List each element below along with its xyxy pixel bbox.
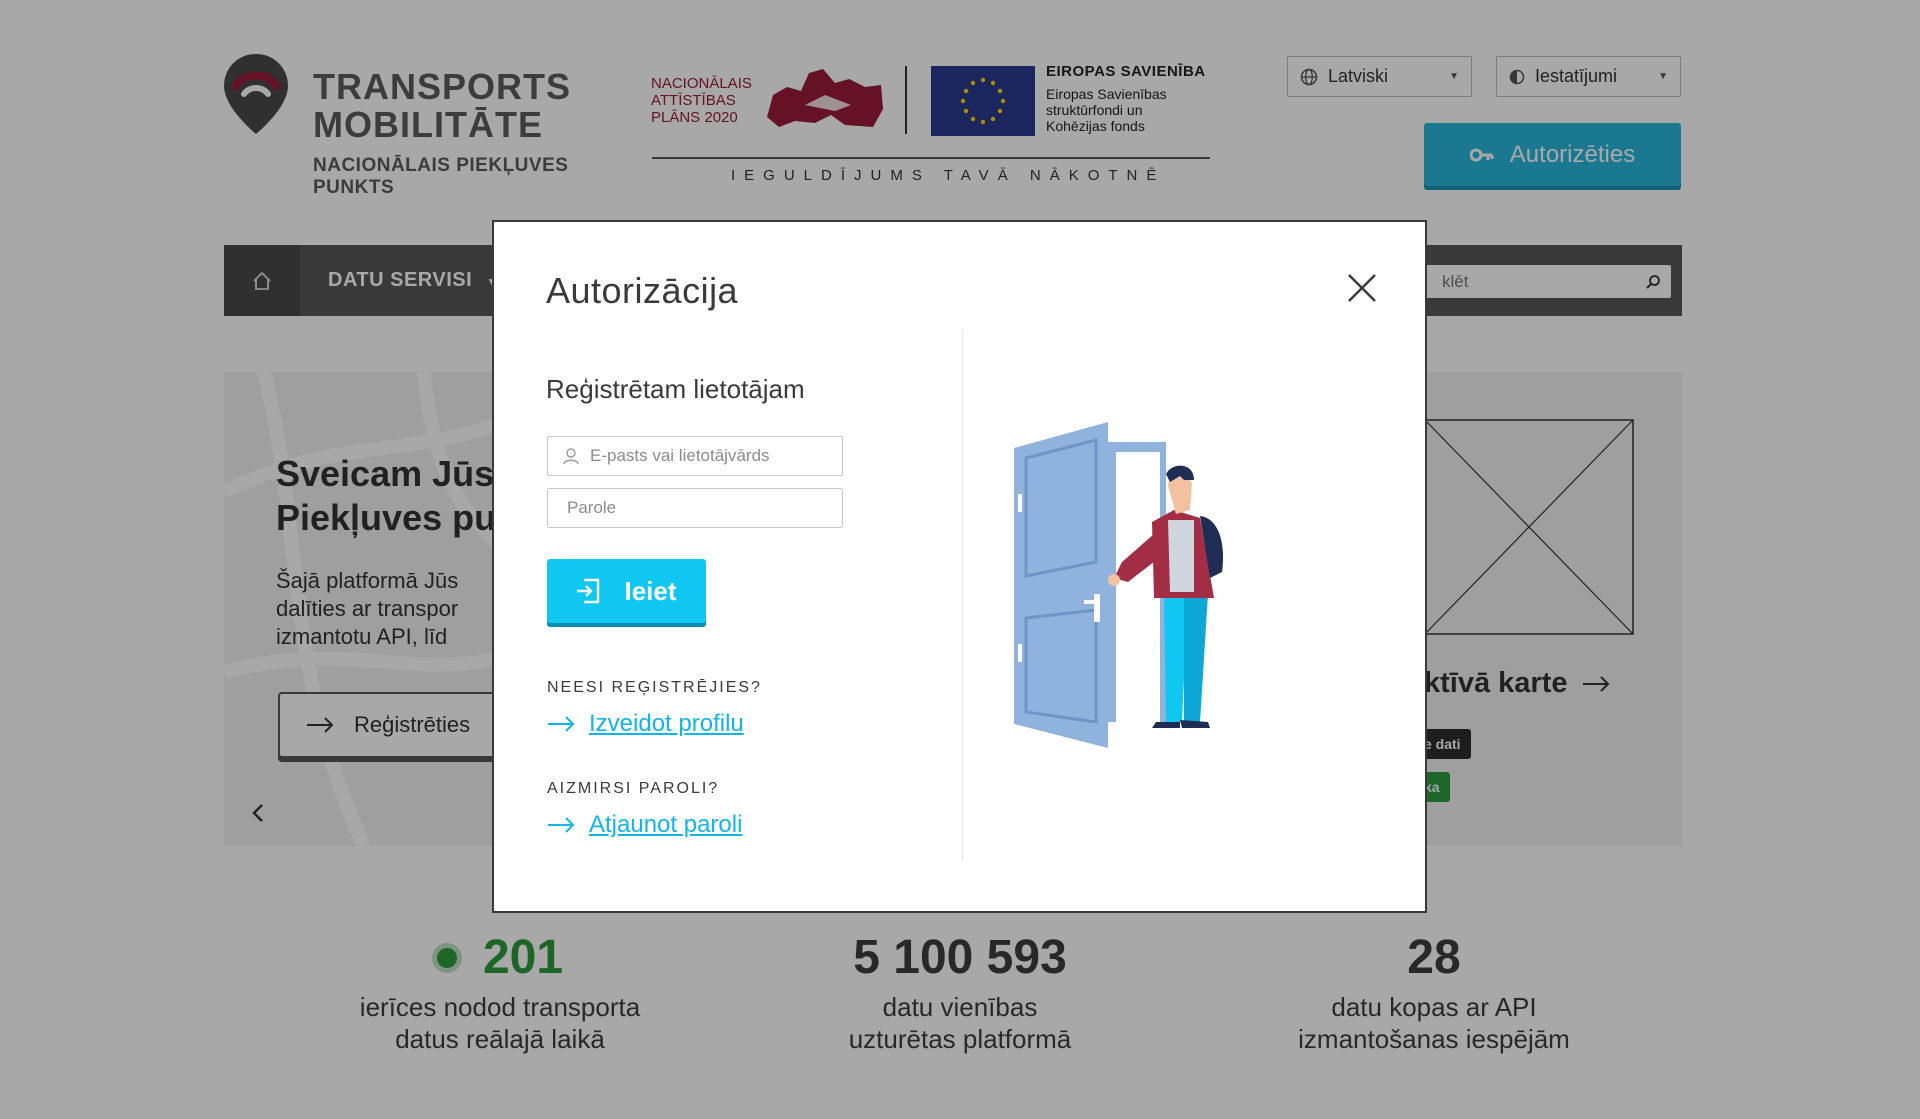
restore-password-link[interactable]: Atjaunot paroli	[547, 811, 742, 839]
not-registered-label: NEESI REĢISTRĒJIES?	[547, 679, 762, 696]
login-button[interactable]: Ieiet	[547, 559, 706, 623]
restore-password-label: Atjaunot paroli	[589, 811, 743, 838]
arrow-right-icon	[548, 817, 575, 833]
login-label: Ieiet	[624, 575, 677, 606]
auth-modal: Autorizācija Reģistrētam lietotājam Ieie…	[492, 220, 1427, 913]
email-input[interactable]	[588, 445, 842, 467]
create-profile-label: Izveidot profilu	[589, 710, 744, 737]
email-field[interactable]	[547, 436, 843, 476]
forgot-password-label: AIZMIRSI PAROLI?	[547, 780, 720, 797]
modal-divider	[962, 330, 963, 860]
create-profile-link[interactable]: Izveidot profilu	[547, 710, 744, 738]
modal-title: Autorizācija	[546, 270, 739, 311]
sign-in-icon	[577, 578, 600, 604]
door-illustration	[1014, 422, 1224, 748]
close-icon[interactable]	[1346, 272, 1378, 304]
password-field[interactable]	[547, 488, 843, 528]
arrow-right-icon	[548, 716, 575, 732]
user-icon	[563, 448, 579, 465]
password-input[interactable]	[565, 497, 842, 519]
modal-subtitle: Reģistrētam lietotājam	[546, 374, 805, 404]
